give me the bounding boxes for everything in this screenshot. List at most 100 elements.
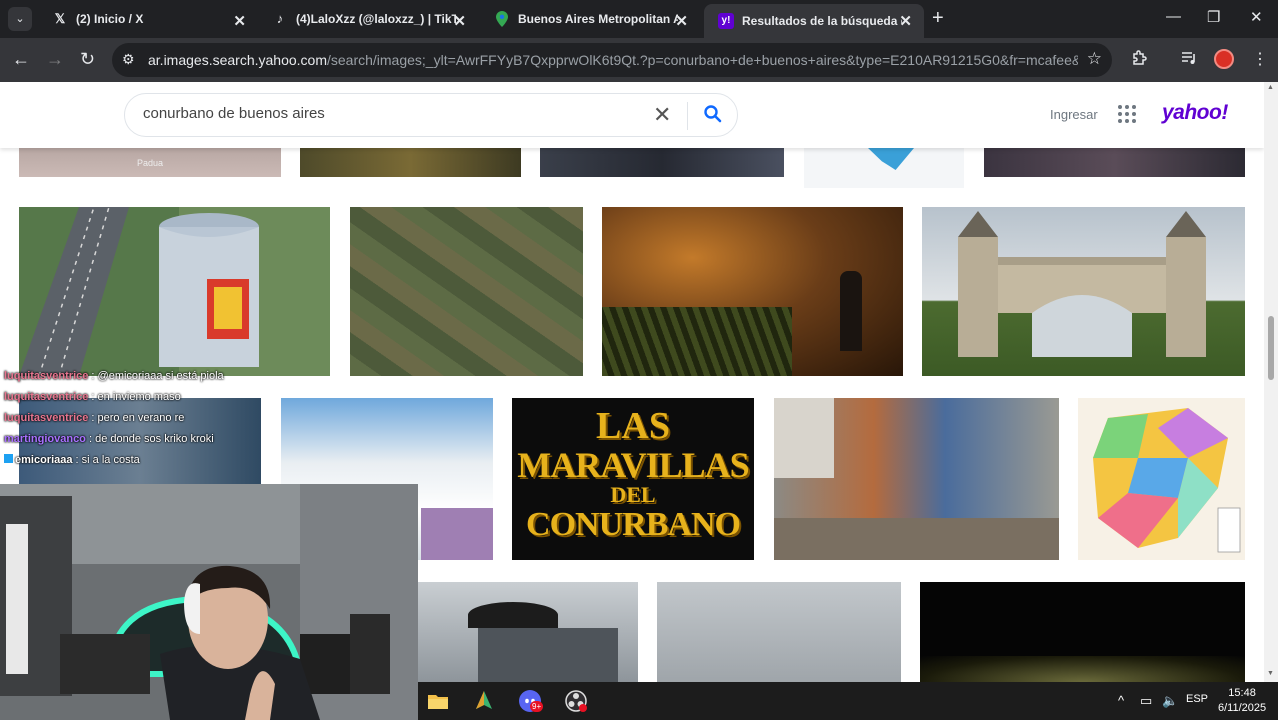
scrollbar-thumb[interactable] (1268, 316, 1274, 380)
url-text[interactable]: ar.images.search.yahoo.com/search/images… (148, 52, 1078, 68)
obs-icon[interactable] (564, 689, 588, 713)
tab-maps[interactable]: Buenos Aires Metropolitan Area ✕ (480, 4, 700, 34)
app-icon[interactable] (472, 689, 496, 713)
result-image[interactable] (804, 148, 964, 188)
restore-icon[interactable]: ❐ (1207, 8, 1220, 26)
result-image[interactable] (418, 582, 638, 682)
profile-avatar[interactable] (1214, 49, 1234, 69)
clock-date: 6/11/2025 (1218, 702, 1267, 714)
chevron-up-icon[interactable]: ^ (1118, 693, 1124, 708)
webcam-overlay (0, 484, 418, 720)
poster-line: LAS (596, 405, 670, 447)
chat-username: luquitasventrice (4, 391, 89, 403)
result-image[interactable]: Padua (19, 148, 281, 177)
file-explorer-icon[interactable] (426, 689, 450, 713)
result-image[interactable] (350, 207, 583, 376)
bookmark-star-icon[interactable]: ☆ (1087, 49, 1102, 69)
chat-message: luquitasventrice : en inviemo maso (0, 387, 262, 408)
close-window-icon[interactable]: ✕ (1250, 8, 1263, 26)
chat-text: : si a la costa (75, 454, 140, 466)
yahoo-logo[interactable]: yahoo! (1162, 101, 1228, 125)
clear-search-icon[interactable]: ✕ (653, 102, 671, 128)
more-menu-icon[interactable]: ⋮ (1252, 49, 1268, 69)
minimize-icon[interactable]: — (1166, 8, 1181, 25)
maps-pin-icon (494, 11, 510, 27)
result-image[interactable] (540, 148, 784, 177)
result-poster[interactable]: LAS MARAVILLAS DEL CONURBANO (512, 398, 754, 560)
poster-line: DEL (610, 482, 656, 507)
chat-text: : pero en verano re (91, 412, 185, 424)
tab-title: (2) Inicio / X (76, 12, 144, 26)
new-tab-button[interactable]: + (932, 8, 944, 28)
yahoo-icon: y! (718, 13, 734, 29)
close-tab-icon[interactable]: ✕ (453, 12, 466, 30)
language-indicator[interactable]: ESP (1186, 693, 1208, 705)
result-image[interactable] (922, 207, 1245, 376)
tab-title: (4)LaloXzz (@laloxzz_) | TikTok (296, 12, 456, 26)
result-image[interactable] (984, 148, 1245, 177)
result-image[interactable] (300, 148, 521, 177)
reload-icon[interactable]: ↻ (80, 49, 95, 69)
image-caption: Padua (137, 158, 164, 168)
scroll-down-icon[interactable]: ▼ (1267, 670, 1274, 677)
poster-line: CONURBANO (526, 506, 741, 543)
tab-yahoo-images[interactable]: y! Resultados de la búsqueda de imágenes… (704, 4, 924, 38)
back-arrow-icon[interactable]: ← (12, 49, 30, 69)
page-scrollbar[interactable]: ▲ ▼ (1264, 82, 1278, 682)
site-settings-icon[interactable]: ⚙ (122, 51, 135, 68)
tab-search-button[interactable]: ⌄ (8, 7, 32, 31)
search-box[interactable]: ✕ (124, 93, 738, 137)
result-image[interactable] (920, 582, 1245, 682)
close-tab-icon[interactable]: ✕ (899, 12, 912, 30)
chat-text: : de donde sos kriko kroki (88, 433, 214, 445)
network-icon[interactable]: ▭ (1140, 693, 1152, 709)
chat-message: luquitasventrice : @emicoriaaa si está p… (0, 366, 262, 387)
result-image[interactable] (19, 207, 330, 376)
tab-tiktok[interactable]: ♪ (4)LaloXzz (@laloxzz_) | TikTok ✕ (258, 4, 478, 34)
tab-x[interactable]: 𝕏 (2) Inicio / X ✕ (38, 4, 258, 34)
chat-username: luquitasventrice (4, 412, 89, 424)
search-input[interactable] (143, 105, 643, 122)
chat-text: : en inviemo maso (91, 391, 181, 403)
webcam-feed (0, 484, 418, 720)
search-divider (687, 102, 688, 130)
notification-badge: 9+ (530, 701, 544, 712)
stream-chat-overlay: luquitasventrice : @emicoriaaa si está p… (0, 366, 262, 488)
tab-title: Buenos Aires Metropolitan Area (518, 12, 678, 26)
tiktok-icon: ♪ (276, 11, 284, 26)
chat-username: martingiovanco (4, 433, 86, 445)
url-path: /search/images;_ylt=AwrFFYyB7QxpprwOlK6t… (326, 52, 1078, 68)
x-logo-icon: 𝕏 (54, 11, 66, 26)
clock-time: 15:48 (1228, 687, 1256, 699)
signin-link[interactable]: Ingresar (1050, 107, 1098, 122)
tab-strip: ⌄ 𝕏 (2) Inicio / X ✕ ♪ (4)LaloXzz (@lalo… (0, 0, 1278, 38)
windows-taskbar: 9+ ^ ▭ 🔈 ESP 15:48 6/11/2025 (418, 682, 1278, 720)
tab-title: Resultados de la búsqueda de imágenes (742, 14, 902, 28)
browser-toolbar: ← → ↻ ⚙ ar.images.search.yahoo.com/searc… (0, 38, 1278, 82)
extensions-puzzle-icon[interactable] (1131, 49, 1149, 72)
forward-arrow-icon[interactable]: → (46, 49, 64, 69)
chat-message: emicoriaaa : si a la costa (0, 450, 262, 471)
result-image[interactable] (657, 582, 901, 682)
result-image[interactable] (774, 398, 1059, 560)
poster-line: MARAVILLAS (517, 445, 749, 485)
result-map[interactable] (1078, 398, 1245, 560)
apps-grid-icon[interactable] (1118, 105, 1136, 123)
yahoo-header: ✕ Ingresar yahoo! (0, 82, 1264, 148)
system-clock[interactable]: 15:48 6/11/2025 (1218, 686, 1266, 716)
chat-message: martingiovanco : de donde sos kriko krok… (0, 429, 262, 450)
close-tab-icon[interactable]: ✕ (233, 12, 246, 30)
media-control-icon[interactable] (1180, 49, 1198, 72)
discord-icon[interactable]: 9+ (518, 689, 544, 713)
result-image[interactable] (602, 207, 903, 376)
url-domain: ar.images.search.yahoo.com (148, 52, 327, 68)
scroll-up-icon[interactable]: ▲ (1267, 84, 1274, 91)
address-bar[interactable]: ⚙ ar.images.search.yahoo.com/search/imag… (112, 43, 1112, 77)
chat-username: luquitasventrice (4, 370, 89, 382)
chat-message: luquitasventrice : pero en verano re (0, 408, 262, 429)
volume-icon[interactable]: 🔈 (1162, 693, 1178, 709)
search-icon[interactable] (703, 104, 725, 126)
close-tab-icon[interactable]: ✕ (675, 12, 688, 30)
chat-username: emicoriaaa (15, 454, 73, 466)
chat-text: : @emicoriaaa si está piola (91, 370, 224, 382)
